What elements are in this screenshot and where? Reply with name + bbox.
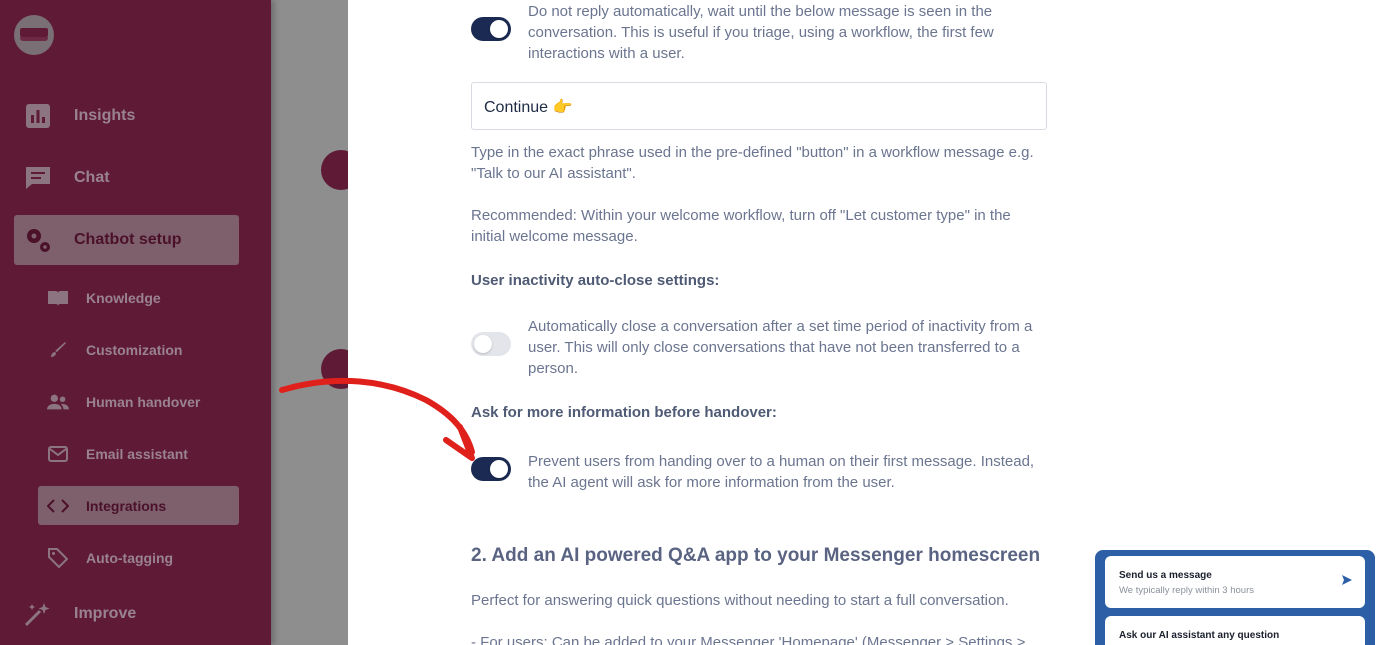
sidebar-item-label: Chat	[74, 169, 110, 186]
sidebar-subitem-email-assistant[interactable]: Email assistant	[38, 434, 239, 473]
sidebar-item-label: Improve	[74, 605, 137, 622]
send-icon	[1342, 575, 1352, 585]
code-icon	[47, 495, 69, 517]
trigger-phrase-input[interactable]: Continue 👉	[471, 82, 1047, 130]
ask-ai-title: Ask our AI assistant any question	[1119, 630, 1280, 641]
sidebar-item-improve[interactable]: Improve	[14, 589, 239, 639]
sidebar-item-chat[interactable]: Chat	[14, 153, 239, 203]
sidebar: Insights Chat Chatbot setup Knowledge Cu…	[0, 0, 271, 645]
book-icon	[47, 287, 69, 309]
more-info-label: Ask for more information before handover…	[471, 404, 777, 421]
brush-icon	[47, 339, 69, 361]
sidebar-item-label: Insights	[74, 107, 136, 124]
bar-chart-icon	[23, 101, 53, 131]
send-message-card[interactable]: Send us a message We typically reply wit…	[1105, 556, 1365, 608]
chat-icon	[23, 163, 53, 193]
app-logo[interactable]	[14, 15, 54, 55]
sidebar-subitem-label: Customization	[86, 341, 183, 358]
trigger-phrase-help: Type in the exact phrase used in the pre…	[471, 144, 1034, 182]
messenger-widget: Send us a message We typically reply wit…	[1095, 550, 1375, 645]
prevent-handover-description: Prevent users from handing over to a hum…	[528, 453, 1035, 491]
sidebar-item-chatbot-setup[interactable]: Chatbot setup	[14, 215, 239, 265]
sidebar-item-label: Chatbot setup	[74, 231, 182, 248]
ask-ai-card[interactable]: Ask our AI assistant any question	[1105, 616, 1365, 645]
sidebar-subitem-auto-tagging[interactable]: Auto-tagging	[38, 538, 239, 577]
sidebar-subitem-human-handover[interactable]: Human handover	[38, 382, 239, 421]
toggle-knob	[490, 20, 508, 38]
section-intro: Perfect for answering quick questions wi…	[471, 592, 1009, 609]
sidebar-subitem-label: Email assistant	[86, 445, 188, 462]
wait-until-seen-description: Do not reply automatically, wait until t…	[528, 3, 994, 62]
auto-close-description: Automatically close a conversation after…	[528, 318, 1033, 377]
send-message-title: Send us a message	[1119, 570, 1212, 581]
section-heading: 2. Add an AI powered Q&A app to your Mes…	[471, 545, 1041, 566]
sidebar-subitem-knowledge[interactable]: Knowledge	[38, 278, 239, 317]
sidebar-subitem-label: Auto-tagging	[86, 549, 174, 566]
auto-close-toggle[interactable]	[471, 332, 511, 356]
reply-time-text: We typically reply within 3 hours	[1119, 585, 1254, 596]
sidebar-subitem-label: Human handover	[86, 393, 201, 410]
envelope-icon	[47, 443, 69, 465]
people-icon	[47, 391, 69, 413]
sidebar-item-insights[interactable]: Insights	[14, 91, 239, 141]
gears-icon	[23, 225, 53, 255]
recommendation-text: Recommended: Within your welcome workflo…	[471, 207, 1011, 245]
section-users-line: - For users: Can be added to your Messen…	[471, 634, 1026, 645]
sidebar-subitem-integrations[interactable]: Integrations	[38, 486, 239, 525]
sidebar-subitem-customization[interactable]: Customization	[38, 330, 239, 369]
inactivity-settings-label: User inactivity auto-close settings:	[471, 272, 720, 289]
integration-settings-panel: Do not reply automatically, wait until t…	[348, 0, 1388, 645]
toggle-knob	[474, 335, 492, 353]
sidebar-subitem-label: Knowledge	[86, 289, 161, 306]
sidebar-subitem-label: Integrations	[86, 497, 167, 514]
wait-until-seen-toggle[interactable]	[471, 17, 511, 41]
sparkle-icon	[23, 599, 53, 629]
tag-icon	[47, 547, 69, 569]
annotation-arrow-icon	[279, 377, 475, 461]
